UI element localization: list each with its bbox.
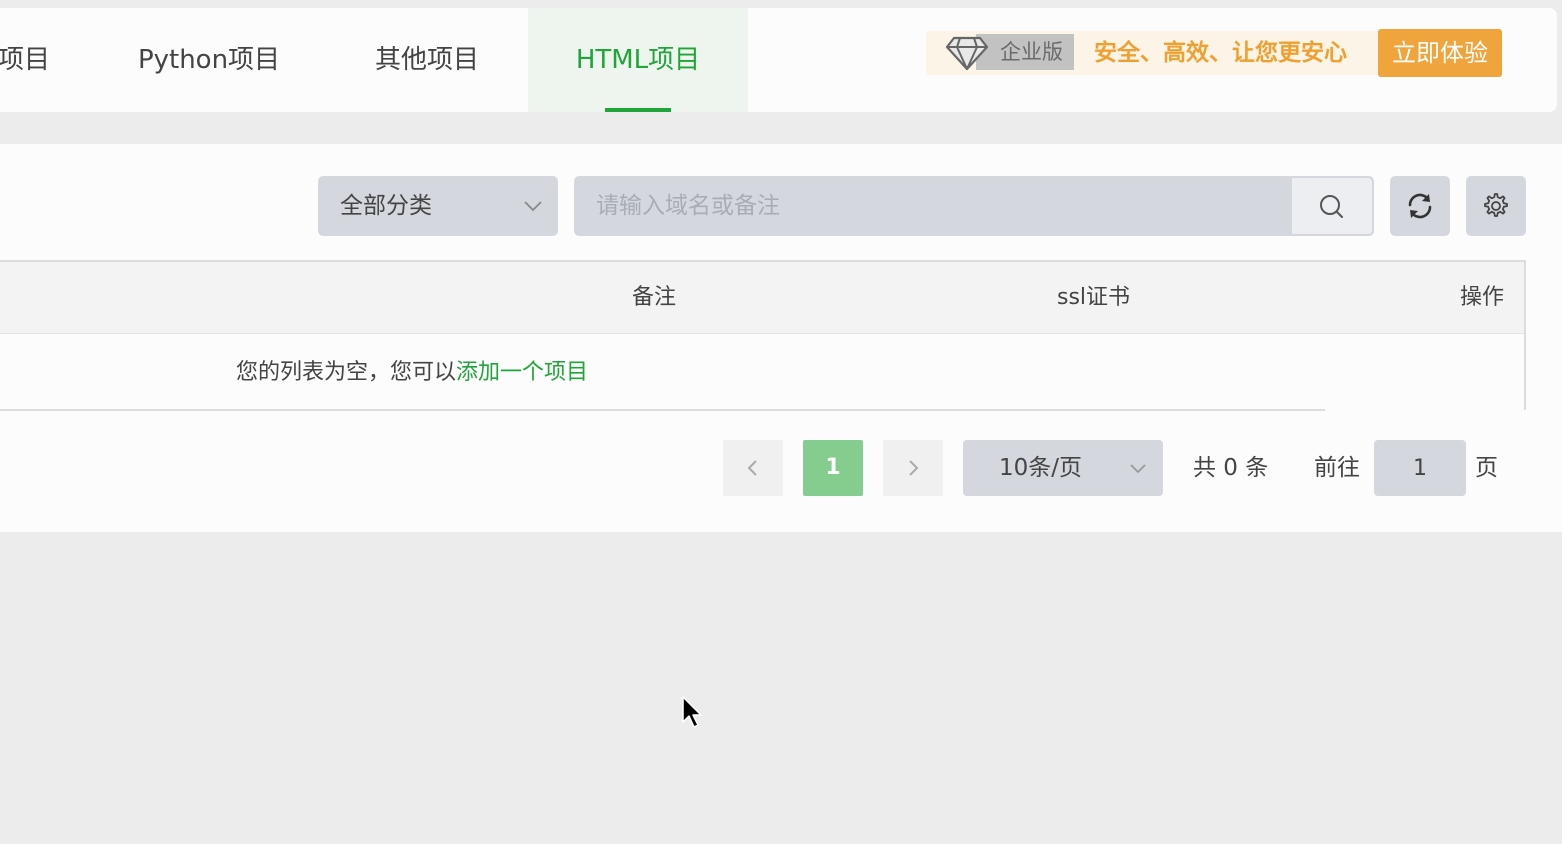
refresh-icon	[1408, 193, 1432, 219]
goto-label: 前往	[1314, 455, 1360, 481]
promo-slogan: 安全、高效、让您更安心	[1094, 40, 1347, 66]
chevron-down-icon	[1130, 464, 1146, 474]
chevron-down-icon	[524, 201, 542, 212]
category-select[interactable]: 全部分类	[318, 176, 558, 236]
settings-button[interactable]	[1466, 176, 1526, 236]
empty-message: 您的列表为空，您可以添加一个项目	[236, 334, 588, 412]
category-select-value: 全部分类	[340, 193, 432, 219]
table-header: 备注 ssl证书 操作	[0, 262, 1524, 334]
project-tab-bar: 项目 Python项目 其他项目 HTML项目 企业版 安全、高效、让您更安心 …	[0, 8, 1557, 112]
try-now-button[interactable]: 立即体验	[1378, 29, 1502, 77]
page-number-current[interactable]: 1	[803, 440, 863, 496]
search-icon	[1320, 195, 1343, 218]
search-button[interactable]	[1292, 178, 1372, 234]
chevron-left-icon	[747, 460, 757, 476]
column-header-remark: 备注	[632, 285, 677, 310]
enterprise-promo-banner: 企业版 安全、高效、让您更安心 立即体验	[926, 29, 1502, 77]
empty-message-text: 您的列表为空，您可以	[236, 360, 457, 385]
tab-html-project[interactable]: HTML项目	[528, 8, 748, 112]
page-size-value: 10条/页	[999, 455, 1083, 481]
goto-suffix-label: 页	[1475, 455, 1498, 481]
tab-other-project[interactable]: 其他项目	[318, 8, 536, 112]
enterprise-edition-badge: 企业版	[976, 34, 1074, 70]
prev-page-button[interactable]	[723, 440, 783, 496]
tab-project[interactable]: 项目	[0, 8, 58, 112]
search-input[interactable]	[574, 176, 1292, 236]
total-count: 共 0 条	[1193, 455, 1269, 481]
gear-icon	[1484, 193, 1508, 217]
column-header-ssl: ssl证书	[1057, 285, 1131, 310]
refresh-button[interactable]	[1390, 176, 1450, 236]
mouse-cursor-icon	[682, 696, 702, 728]
next-page-button[interactable]	[883, 440, 943, 496]
search-box	[574, 176, 1374, 236]
page-size-select[interactable]: 10条/页	[963, 440, 1163, 496]
chevron-right-icon	[909, 460, 919, 476]
column-header-actions: 操作	[1460, 285, 1505, 310]
project-table: 备注 ssl证书 操作 您的列表为空，您可以添加一个项目	[0, 260, 1526, 410]
diamond-icon	[946, 36, 988, 71]
table-divider	[0, 409, 1325, 411]
add-project-link[interactable]: 添加一个项目	[456, 360, 588, 385]
goto-page-input[interactable]	[1374, 440, 1466, 496]
project-list-panel: 全部分类 备注 ssl证书 操作	[0, 144, 1562, 532]
tab-python-project[interactable]: Python项目	[100, 8, 318, 112]
table-empty-row: 您的列表为空，您可以添加一个项目	[0, 334, 1524, 412]
